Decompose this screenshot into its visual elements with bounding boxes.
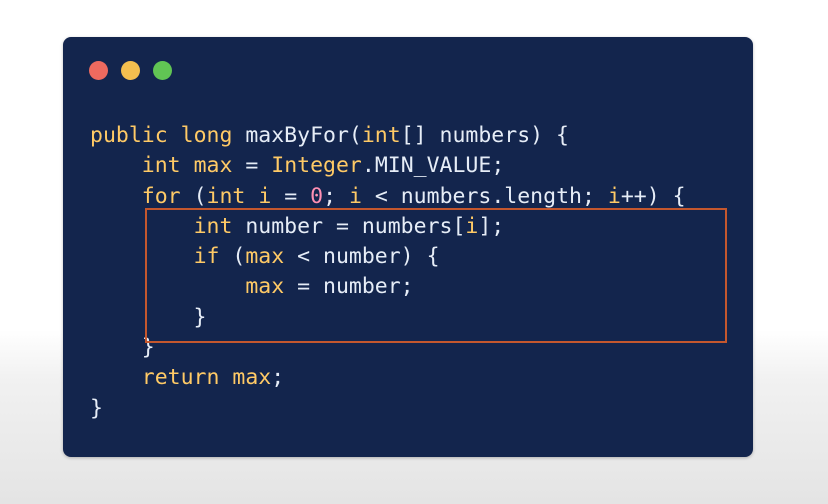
code-token: (	[219, 244, 246, 270]
code-token: int	[206, 183, 246, 209]
code-line: if (max < number) {	[90, 242, 686, 272]
code-token: = number;	[284, 274, 414, 300]
minimize-dot-icon[interactable]	[121, 61, 140, 80]
code-token: < numbers.length;	[361, 183, 608, 209]
code-window: public long maxByFor(int[] numbers) { in…	[63, 37, 753, 457]
code-token: }	[90, 395, 103, 421]
code-line: max = number;	[90, 272, 686, 302]
code-token: max	[232, 365, 272, 391]
code-token: .MIN_VALUE;	[361, 153, 505, 179]
code-token: 0	[310, 183, 324, 209]
code-line: }	[90, 333, 686, 363]
code-line: public long maxByFor(int[] numbers) {	[90, 121, 686, 151]
code-token: max	[245, 244, 285, 270]
code-token: < number) {	[284, 244, 440, 270]
code-token: }	[90, 304, 207, 330]
code-token: i	[348, 183, 362, 209]
code-token: i	[607, 183, 621, 209]
code-line: }	[90, 303, 686, 333]
code-token: long	[180, 123, 233, 148]
code-token: ++) {	[620, 183, 686, 209]
code-token: ;	[323, 183, 349, 209]
code-token: (	[180, 183, 207, 209]
code-line: }	[90, 394, 686, 424]
maximize-dot-icon[interactable]	[153, 61, 172, 80]
code-token: int	[361, 123, 401, 148]
code-token: [] numbers) {	[400, 123, 569, 148]
code-token: int	[141, 153, 181, 179]
code-token: int	[193, 213, 233, 239]
code-token: =	[271, 183, 311, 209]
code-line: return max;	[90, 363, 686, 393]
code-token: ];	[478, 213, 505, 239]
code-token: ;	[271, 365, 285, 391]
code-token: return	[141, 365, 220, 391]
close-dot-icon[interactable]	[89, 61, 108, 80]
code-token: i	[258, 183, 272, 209]
code-block: public long maxByFor(int[] numbers) { in…	[90, 121, 686, 424]
code-line: int max = Integer.MIN_VALUE;	[90, 151, 686, 181]
code-token: }	[90, 335, 155, 361]
code-token: public	[90, 123, 168, 148]
code-token: max	[245, 274, 285, 300]
code-token: max	[193, 153, 233, 179]
code-line: int number = numbers[i];	[90, 212, 686, 242]
code-token: i	[465, 213, 479, 239]
code-token: if	[193, 244, 220, 270]
code-token: for	[141, 183, 181, 209]
code-token: maxByFor(	[232, 123, 362, 148]
code-token: =	[232, 153, 272, 179]
window-controls	[89, 61, 172, 80]
code-token: Integer	[271, 153, 362, 179]
code-token: number = numbers[	[232, 213, 466, 239]
code-line: for (int i = 0; i < numbers.length; i++)…	[90, 182, 686, 212]
